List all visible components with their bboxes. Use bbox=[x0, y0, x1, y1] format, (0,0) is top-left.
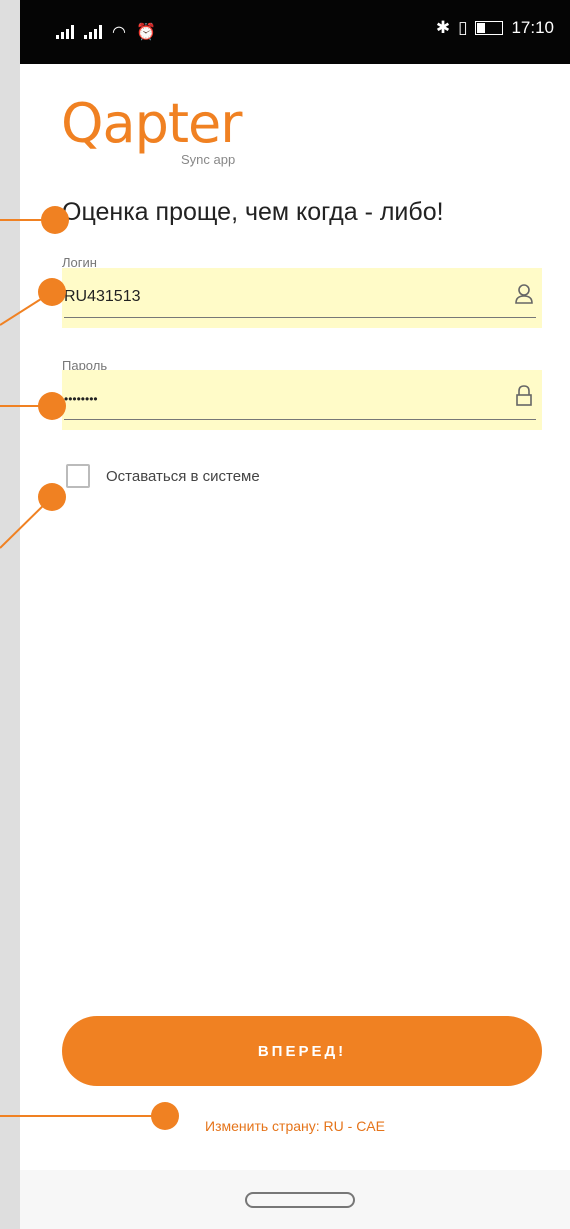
bluetooth-icon: ✱ bbox=[435, 18, 451, 37]
status-time: 17:10 bbox=[511, 18, 554, 37]
signal-icon-2 bbox=[84, 25, 102, 39]
submit-button[interactable]: ВПЕРЕД! bbox=[62, 1016, 542, 1086]
remember-me-row[interactable]: Оставаться в системе bbox=[66, 464, 260, 488]
app-logo: Qapter Sync app bbox=[61, 92, 301, 172]
password-field[interactable]: •••••••• bbox=[62, 370, 542, 430]
alarm-icon: ⏰ bbox=[135, 24, 156, 41]
remember-me-checkbox[interactable] bbox=[66, 464, 90, 488]
signal-icon bbox=[56, 25, 74, 39]
lock-icon bbox=[516, 385, 532, 406]
phone-screen: ◠ ⏰ ✱ ▯ 17:10 Qapter Sync app Оценка про… bbox=[20, 0, 570, 1229]
logo-wordmark: Qapter bbox=[61, 92, 242, 155]
status-left-icons: ◠ ⏰ bbox=[56, 22, 156, 42]
remember-me-label: Оставаться в системе bbox=[106, 467, 260, 485]
password-underline bbox=[64, 419, 536, 420]
status-right-icons: ✱ ▯ 17:10 bbox=[436, 18, 554, 38]
battery-icon bbox=[475, 21, 504, 35]
login-field[interactable]: RU431513 bbox=[62, 268, 542, 328]
vibrate-icon: ▯ bbox=[458, 18, 468, 37]
user-icon bbox=[515, 284, 533, 304]
password-value: •••••••• bbox=[64, 392, 98, 406]
navigation-bar bbox=[20, 1170, 570, 1229]
status-bar: ◠ ⏰ ✱ ▯ 17:10 bbox=[20, 0, 570, 64]
login-value: RU431513 bbox=[64, 288, 141, 305]
wifi-icon: ◠ bbox=[112, 24, 126, 41]
logo-subtitle: Sync app bbox=[181, 152, 236, 167]
page-headline: Оценка проще, чем когда - либо! bbox=[62, 198, 444, 226]
login-underline bbox=[64, 317, 536, 318]
change-country-link[interactable]: Изменить страну: RU - CAE bbox=[20, 1118, 570, 1134]
background-strip bbox=[0, 0, 20, 1229]
home-gesture-pill[interactable] bbox=[245, 1192, 355, 1208]
